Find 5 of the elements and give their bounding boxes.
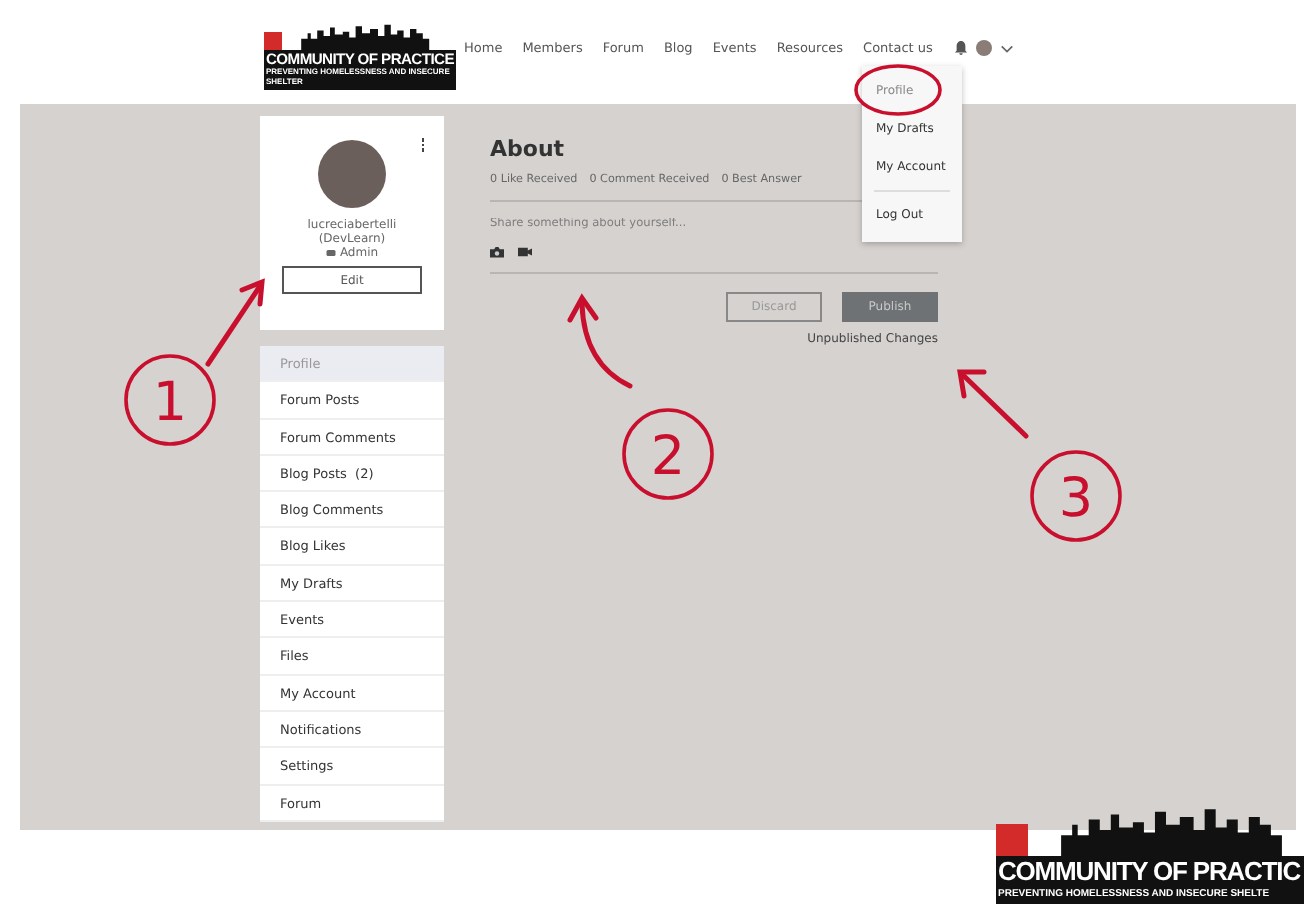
- callout-number: 1: [152, 372, 188, 434]
- section-title: About: [490, 136, 567, 162]
- callout-number: 2: [650, 426, 686, 488]
- callout-number: 3: [1058, 468, 1094, 530]
- logo-title: COMMUNITY OF PRACTIC: [998, 856, 1302, 888]
